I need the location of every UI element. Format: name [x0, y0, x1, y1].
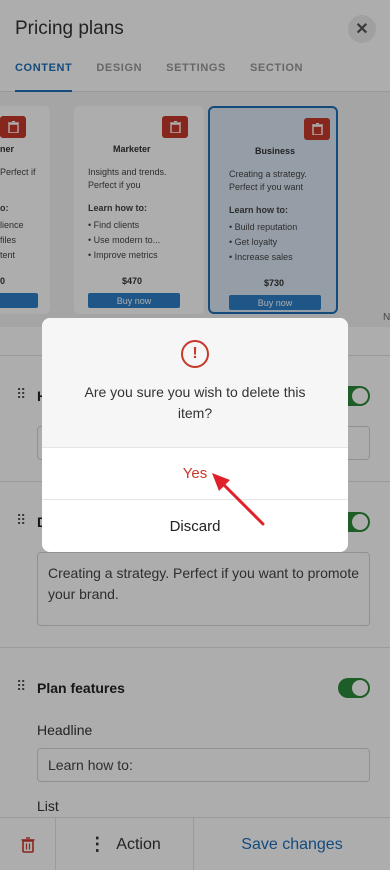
dialog-header: ! Are you sure you wish to delete this i… — [42, 318, 348, 447]
discard-button[interactable]: Discard — [42, 499, 348, 552]
confirm-delete-dialog: ! Are you sure you wish to delete this i… — [42, 318, 348, 552]
dialog-message: Are you sure you wish to delete this ite… — [84, 384, 306, 421]
yes-button[interactable]: Yes — [42, 447, 348, 499]
warning-icon: ! — [181, 340, 209, 368]
